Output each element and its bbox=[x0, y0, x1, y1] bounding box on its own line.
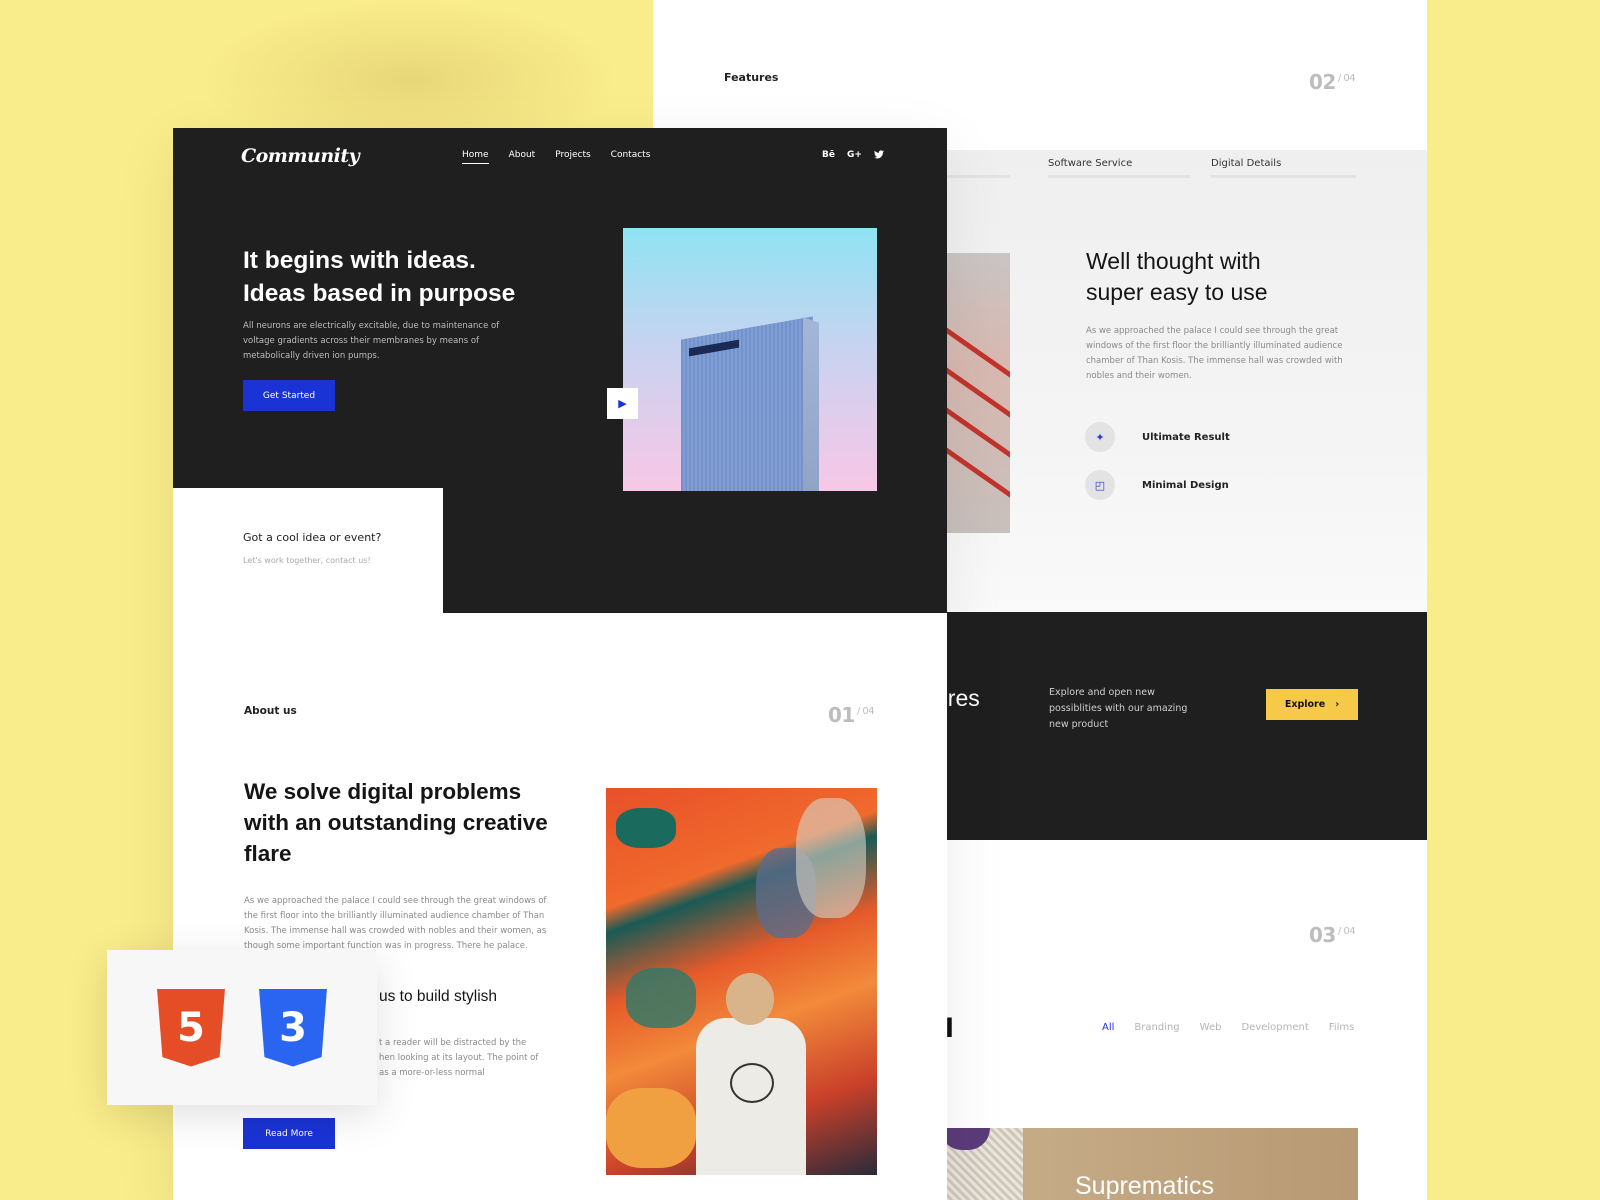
behance-icon[interactable]: Bē bbox=[822, 150, 835, 162]
contact-callout-link[interactable]: Let's work together, contact us! bbox=[243, 556, 371, 565]
about-description: As we approached the palace I could see … bbox=[244, 896, 547, 951]
portfolio-title: Suprematics bbox=[1075, 1172, 1214, 1200]
filter-web[interactable]: Web bbox=[1200, 1022, 1222, 1033]
about-subtitle: us to build stylish bbox=[379, 988, 498, 1005]
features-description: As we approached the palace I could see … bbox=[1086, 326, 1343, 381]
hero-image bbox=[623, 228, 877, 491]
about-description-2: t a reader will be distracted by the hen… bbox=[379, 1038, 539, 1078]
filter-branding[interactable]: Branding bbox=[1134, 1022, 1179, 1033]
nav-home[interactable]: Home bbox=[462, 150, 489, 164]
play-icon: ▶ bbox=[618, 397, 627, 410]
filter-films[interactable]: Films bbox=[1329, 1022, 1355, 1033]
google-plus-icon[interactable]: G+ bbox=[847, 150, 862, 162]
html5-icon: 5 bbox=[157, 988, 225, 1067]
page-number: 02/ 04 bbox=[1309, 70, 1356, 94]
filter-all[interactable]: All bbox=[1102, 1022, 1114, 1033]
tech-badge: 5 3 bbox=[107, 950, 377, 1105]
street-art-image bbox=[606, 788, 877, 1175]
get-started-button[interactable]: Get Started bbox=[243, 380, 335, 411]
trophy-icon: ✦ bbox=[1085, 422, 1115, 452]
bag-icon: ◰ bbox=[1085, 470, 1115, 500]
tab-software-service[interactable]: Software Service bbox=[1048, 158, 1190, 178]
css3-icon: 3 bbox=[259, 988, 327, 1067]
nav-about[interactable]: About bbox=[509, 150, 536, 164]
nav-projects[interactable]: Projects bbox=[555, 150, 590, 164]
logo[interactable]: Community bbox=[241, 145, 360, 167]
play-button[interactable]: ▶ bbox=[607, 388, 638, 419]
about-label: About us bbox=[244, 705, 297, 717]
contact-callout bbox=[173, 488, 443, 613]
hero-description: All neurons are electrically excitable, … bbox=[243, 321, 500, 361]
feature-ultimate-result: ✦ Ultimate Result bbox=[1085, 422, 1230, 452]
explore-button[interactable]: Explore › bbox=[1266, 689, 1358, 720]
features-label: Features bbox=[724, 71, 779, 84]
about-title: We solve digital problems with an outsta… bbox=[244, 779, 548, 866]
hero-title: It begins with ideas. Ideas based in pur… bbox=[243, 247, 516, 307]
features-title: Well thought with super easy to use bbox=[1086, 248, 1268, 305]
social-links: Bē G+ bbox=[822, 150, 884, 162]
portfolio-filters: All Branding Web Development Films bbox=[1102, 1022, 1354, 1033]
chevron-right-icon: › bbox=[1335, 699, 1340, 710]
read-more-button[interactable]: Read More bbox=[243, 1118, 335, 1149]
page-number: 01/ 04 bbox=[828, 703, 875, 727]
cta-band-text: Explore and open new possiblities with o… bbox=[1049, 687, 1188, 730]
main-nav: Home About Projects Contacts bbox=[462, 150, 650, 164]
tab-digital-details[interactable]: Digital Details bbox=[1211, 158, 1356, 178]
filter-development[interactable]: Development bbox=[1241, 1022, 1308, 1033]
feature-minimal-design: ◰ Minimal Design bbox=[1085, 470, 1229, 500]
page-number-3: 03/ 04 bbox=[1309, 923, 1356, 947]
twitter-icon[interactable] bbox=[873, 150, 884, 162]
contact-callout-title: Got a cool idea or event? bbox=[243, 531, 382, 544]
nav-contacts[interactable]: Contacts bbox=[611, 150, 651, 164]
